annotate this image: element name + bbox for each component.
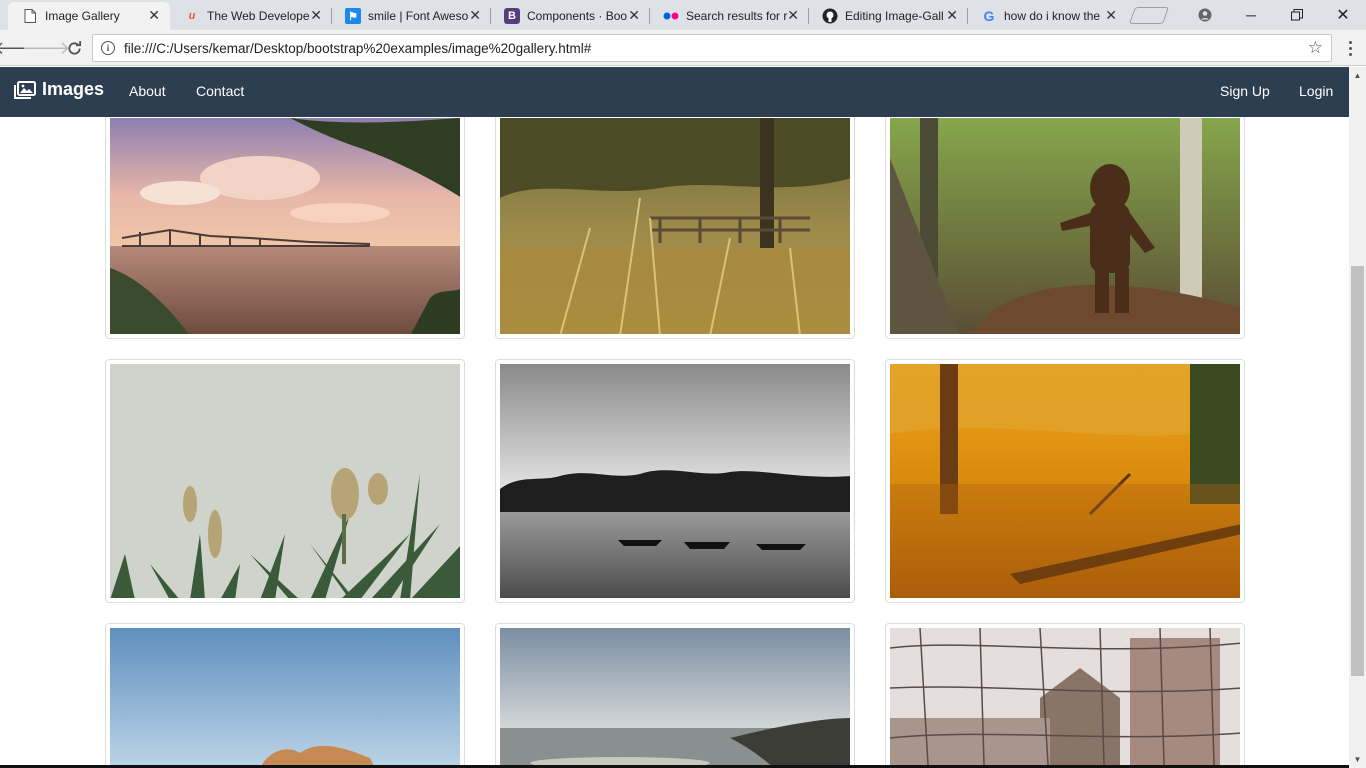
close-window-icon[interactable]: ✕ [1320, 0, 1366, 30]
tab-title: Components · Boo [527, 9, 628, 23]
new-tab-button[interactable] [1128, 7, 1170, 24]
gallery-card[interactable] [105, 623, 465, 768]
page-icon [22, 8, 38, 24]
gallery-image-fence-barn[interactable] [890, 628, 1240, 768]
gallery-card[interactable] [495, 623, 855, 768]
tab-title: The Web Develope [207, 9, 310, 23]
gallery-card[interactable] [105, 113, 465, 339]
close-tab-icon[interactable]: ✕ [148, 7, 160, 23]
gallery-card[interactable] [885, 623, 1245, 768]
tab-bootstrap[interactable]: B Components · Boo ✕ [490, 2, 650, 30]
tab-title: smile | Font Aweso [368, 9, 469, 23]
gallery-image-blue-sky-rocks[interactable] [110, 628, 460, 768]
page-viewport: Images About Contact Sign Up Login [0, 67, 1349, 768]
restore-icon[interactable] [1274, 0, 1320, 30]
gallery-image-yucca[interactable] [110, 364, 460, 598]
close-tab-icon[interactable]: ✕ [787, 7, 799, 23]
tab-github[interactable]: Editing Image-Gall ✕ [808, 2, 968, 30]
gallery-image-lake-boats[interactable] [500, 364, 850, 598]
brand-label: Images [42, 79, 105, 99]
github-icon [822, 8, 838, 24]
gallery-card[interactable] [105, 359, 465, 603]
address-bar[interactable]: i file:///C:/Users/kemar/Desktop/bootstr… [92, 34, 1332, 62]
scrollbar-thumb[interactable] [1351, 266, 1364, 676]
tab-title: Image Gallery [45, 9, 120, 23]
close-tab-icon[interactable]: ✕ [628, 7, 640, 23]
url-text[interactable]: file:///C:/Users/kemar/Desktop/bootstrap… [124, 41, 591, 56]
close-tab-icon[interactable]: ✕ [946, 7, 958, 23]
gallery-card[interactable] [885, 113, 1245, 339]
gallery-image-bigfoot[interactable] [890, 118, 1240, 334]
tab-flickr-search[interactable]: Search results for r ✕ [649, 2, 809, 30]
tab-title: Editing Image-Gall [845, 9, 944, 23]
browser-tab-strip: Image Gallery ✕ u The Web Develope ✕ ⚑ s… [0, 0, 1366, 30]
close-tab-icon[interactable]: ✕ [469, 7, 481, 23]
images-icon [14, 80, 36, 99]
tab-title: Search results for r [686, 9, 788, 23]
flickr-icon [663, 8, 679, 24]
site-info-icon[interactable]: i [101, 41, 115, 55]
minimize-icon[interactable]: ─ [1228, 0, 1274, 30]
tab-image-gallery[interactable]: Image Gallery ✕ [8, 2, 170, 30]
navbar-brand[interactable]: Images [14, 79, 104, 100]
nav-link-sign-up[interactable]: Sign Up [1220, 83, 1270, 99]
browser-toolbar: 🡐 🡒 i file:///C:/Users/kemar/Desktop/boo… [0, 30, 1366, 66]
tab-web-developer[interactable]: u The Web Develope ✕ [170, 2, 332, 30]
profile-icon[interactable] [1182, 0, 1228, 30]
nav-link-contact[interactable]: Contact [196, 83, 244, 99]
chrome-menu-icon[interactable] [1340, 36, 1360, 60]
scroll-up-arrow-icon[interactable]: ▲ [1349, 67, 1366, 84]
forward-arrow-icon[interactable]: 🡒 [22, 36, 70, 60]
reload-icon[interactable] [62, 36, 86, 60]
gallery-card[interactable] [495, 359, 855, 603]
gallery-image-autumn-swamp[interactable] [890, 364, 1240, 598]
gallery-card[interactable] [885, 359, 1245, 603]
font-awesome-flag-icon: ⚑ [345, 8, 361, 24]
top-navbar: Images About Contact Sign Up Login [0, 67, 1349, 117]
close-tab-icon[interactable]: ✕ [1105, 7, 1117, 23]
scroll-down-arrow-icon[interactable]: ▼ [1349, 751, 1366, 768]
tab-google-search[interactable]: G how do i know the ✕ [967, 2, 1127, 30]
udemy-icon: u [188, 10, 196, 22]
page-scrollbar[interactable]: ▲ ▼ [1349, 67, 1366, 768]
bootstrap-icon: B [504, 8, 520, 24]
gallery-card[interactable] [495, 113, 855, 339]
tab-font-awesome[interactable]: ⚑ smile | Font Aweso ✕ [331, 2, 491, 30]
tab-title: how do i know the [1004, 9, 1101, 23]
gallery-image-river-bridge[interactable] [110, 118, 460, 334]
image-gallery [0, 67, 1349, 768]
google-icon: G [983, 8, 995, 24]
gallery-image-sea-coast[interactable] [500, 628, 850, 768]
nav-link-login[interactable]: Login [1299, 83, 1333, 99]
gallery-image-forest-bridge[interactable] [500, 118, 850, 334]
close-tab-icon[interactable]: ✕ [310, 7, 322, 23]
nav-link-about[interactable]: About [129, 83, 166, 99]
bookmark-star-icon[interactable]: ☆ [1308, 38, 1323, 58]
